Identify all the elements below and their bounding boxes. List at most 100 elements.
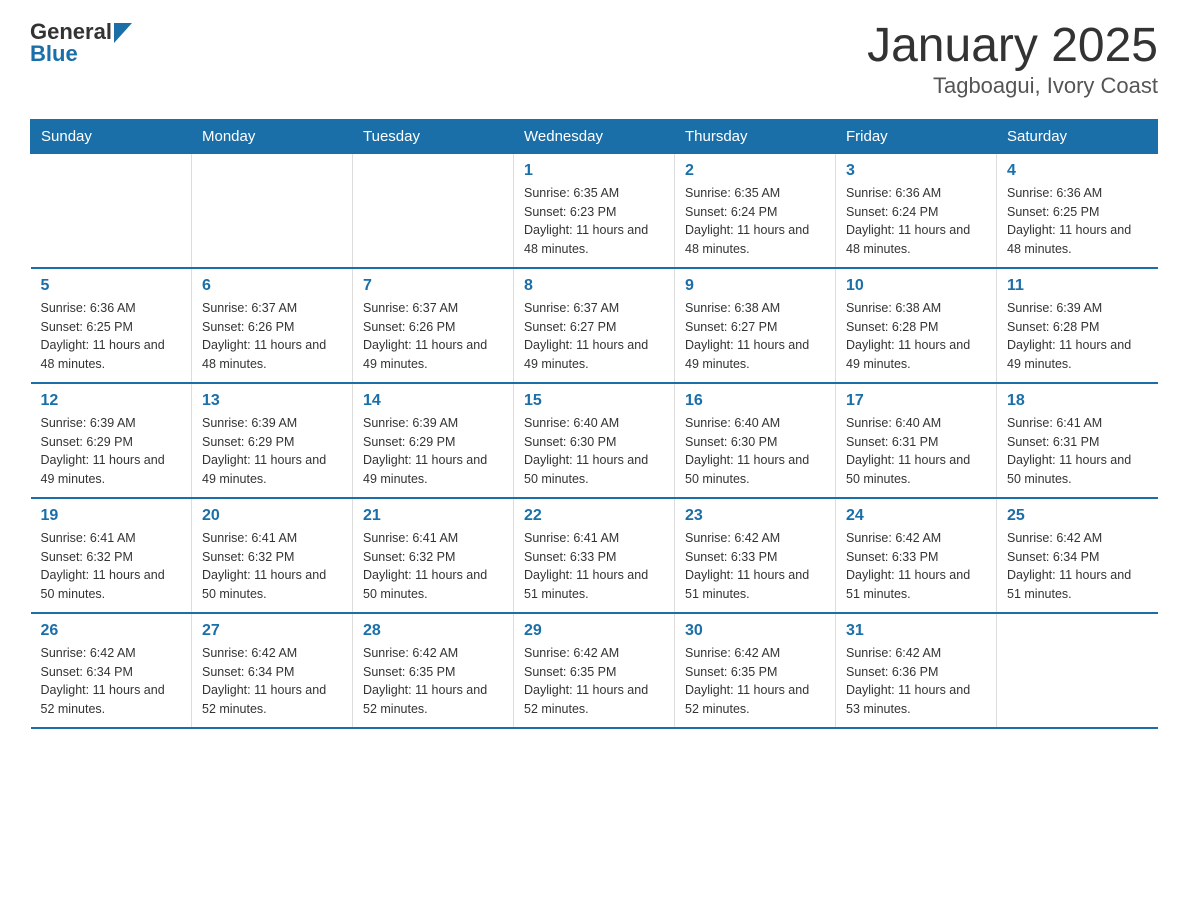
calendar-week-row: 1 Sunrise: 6:35 AMSunset: 6:23 PMDaylight… [31,153,1158,268]
day-number: 6 [202,277,342,295]
day-info: Sunrise: 6:37 AMSunset: 6:26 PMDaylight:… [363,299,503,374]
header-day-monday: Monday [192,119,353,153]
day-info: Sunrise: 6:35 AMSunset: 6:24 PMDaylight:… [685,184,825,259]
day-number: 13 [202,392,342,410]
day-info: Sunrise: 6:36 AMSunset: 6:24 PMDaylight:… [846,184,986,259]
day-number: 24 [846,507,986,525]
calendar-cell: 18Sunrise: 6:41 AMSunset: 6:31 PMDayligh… [997,383,1158,498]
day-info: Sunrise: 6:41 AMSunset: 6:33 PMDaylight:… [524,529,664,604]
day-number: 21 [363,507,503,525]
calendar-week-row: 26 Sunrise: 6:42 AMSunset: 6:34 PMDayligh… [31,613,1158,728]
calendar-cell: 11Sunrise: 6:39 AMSunset: 6:28 PMDayligh… [997,268,1158,383]
calendar-cell: 4 Sunrise: 6:36 AMSunset: 6:25 PMDaylight… [997,153,1158,268]
day-number: 25 [1007,507,1148,525]
day-number: 9 [685,277,825,295]
calendar-cell: 17Sunrise: 6:40 AMSunset: 6:31 PMDayligh… [836,383,997,498]
calendar-cell: 27Sunrise: 6:42 AMSunset: 6:34 PMDayligh… [192,613,353,728]
calendar-cell: 13Sunrise: 6:39 AMSunset: 6:29 PMDayligh… [192,383,353,498]
day-number: 1 [524,162,664,180]
day-number: 10 [846,277,986,295]
day-number: 4 [1007,162,1148,180]
day-number: 29 [524,622,664,640]
day-info: Sunrise: 6:42 AMSunset: 6:35 PMDaylight:… [363,644,503,719]
day-number: 11 [1007,277,1148,295]
calendar-cell: 9Sunrise: 6:38 AMSunset: 6:27 PMDaylight… [675,268,836,383]
day-info: Sunrise: 6:36 AMSunset: 6:25 PMDaylight:… [41,299,182,374]
day-number: 30 [685,622,825,640]
day-number: 3 [846,162,986,180]
calendar-week-row: 19 Sunrise: 6:41 AMSunset: 6:32 PMDayligh… [31,498,1158,613]
calendar-cell: 24 Sunrise: 6:42 AMSunset: 6:33 PMDayligh… [836,498,997,613]
calendar-cell: 3 Sunrise: 6:36 AMSunset: 6:24 PMDaylight… [836,153,997,268]
calendar-cell: 19 Sunrise: 6:41 AMSunset: 6:32 PMDayligh… [31,498,192,613]
calendar-cell: 2 Sunrise: 6:35 AMSunset: 6:24 PMDaylight… [675,153,836,268]
logo: General Blue [30,20,132,66]
day-number: 7 [363,277,503,295]
calendar-table: SundayMondayTuesdayWednesdayThursdayFrid… [30,119,1158,729]
header-day-thursday: Thursday [675,119,836,153]
day-number: 15 [524,392,664,410]
calendar-cell: 6 Sunrise: 6:37 AMSunset: 6:26 PMDaylight… [192,268,353,383]
day-number: 5 [41,277,182,295]
day-number: 18 [1007,392,1148,410]
day-number: 28 [363,622,503,640]
day-info: Sunrise: 6:42 AMSunset: 6:33 PMDaylight:… [846,529,986,604]
day-number: 20 [202,507,342,525]
calendar-cell: 22 Sunrise: 6:41 AMSunset: 6:33 PMDayligh… [514,498,675,613]
day-info: Sunrise: 6:40 AMSunset: 6:31 PMDaylight:… [846,414,986,489]
day-info: Sunrise: 6:42 AMSunset: 6:33 PMDaylight:… [685,529,825,604]
day-info: Sunrise: 6:37 AMSunset: 6:27 PMDaylight:… [524,299,664,374]
calendar-cell [31,153,192,268]
day-info: Sunrise: 6:41 AMSunset: 6:32 PMDaylight:… [41,529,182,604]
logo-arrow-icon [114,23,132,43]
calendar-cell: 28 Sunrise: 6:42 AMSunset: 6:35 PMDayligh… [353,613,514,728]
day-info: Sunrise: 6:39 AMSunset: 6:29 PMDaylight:… [41,414,182,489]
calendar-week-row: 12 Sunrise: 6:39 AMSunset: 6:29 PMDayligh… [31,383,1158,498]
day-number: 2 [685,162,825,180]
day-info: Sunrise: 6:36 AMSunset: 6:25 PMDaylight:… [1007,184,1148,259]
calendar-title: January 2025 [867,20,1158,73]
day-info: Sunrise: 6:41 AMSunset: 6:32 PMDaylight:… [202,529,342,604]
day-number: 26 [41,622,182,640]
calendar-cell [353,153,514,268]
calendar-cell: 10 Sunrise: 6:38 AMSunset: 6:28 PMDayligh… [836,268,997,383]
title-section: January 2025 Tagboagui, Ivory Coast [867,20,1158,99]
calendar-cell: 12 Sunrise: 6:39 AMSunset: 6:29 PMDayligh… [31,383,192,498]
header-day-saturday: Saturday [997,119,1158,153]
day-info: Sunrise: 6:42 AMSunset: 6:35 PMDaylight:… [685,644,825,719]
day-info: Sunrise: 6:42 AMSunset: 6:34 PMDaylight:… [202,644,342,719]
calendar-subtitle: Tagboagui, Ivory Coast [867,73,1158,99]
calendar-cell: 26 Sunrise: 6:42 AMSunset: 6:34 PMDayligh… [31,613,192,728]
day-number: 12 [41,392,182,410]
day-info: Sunrise: 6:40 AMSunset: 6:30 PMDaylight:… [524,414,664,489]
calendar-cell: 5 Sunrise: 6:36 AMSunset: 6:25 PMDaylight… [31,268,192,383]
calendar-cell: 15 Sunrise: 6:40 AMSunset: 6:30 PMDayligh… [514,383,675,498]
calendar-cell [997,613,1158,728]
page-header: General Blue January 2025 Tagboagui, Ivo… [30,20,1158,99]
day-info: Sunrise: 6:37 AMSunset: 6:26 PMDaylight:… [202,299,342,374]
day-number: 22 [524,507,664,525]
header-day-wednesday: Wednesday [514,119,675,153]
day-number: 19 [41,507,182,525]
calendar-cell: 29 Sunrise: 6:42 AMSunset: 6:35 PMDayligh… [514,613,675,728]
calendar-cell: 25Sunrise: 6:42 AMSunset: 6:34 PMDayligh… [997,498,1158,613]
day-number: 16 [685,392,825,410]
day-number: 31 [846,622,986,640]
day-info: Sunrise: 6:35 AMSunset: 6:23 PMDaylight:… [524,184,664,259]
header-day-tuesday: Tuesday [353,119,514,153]
calendar-header-row: SundayMondayTuesdayWednesdayThursdayFrid… [31,119,1158,153]
day-info: Sunrise: 6:42 AMSunset: 6:34 PMDaylight:… [41,644,182,719]
calendar-cell [192,153,353,268]
calendar-cell: 14Sunrise: 6:39 AMSunset: 6:29 PMDayligh… [353,383,514,498]
calendar-cell: 31Sunrise: 6:42 AMSunset: 6:36 PMDayligh… [836,613,997,728]
day-info: Sunrise: 6:40 AMSunset: 6:30 PMDaylight:… [685,414,825,489]
day-number: 23 [685,507,825,525]
day-info: Sunrise: 6:38 AMSunset: 6:28 PMDaylight:… [846,299,986,374]
calendar-cell: 21 Sunrise: 6:41 AMSunset: 6:32 PMDayligh… [353,498,514,613]
header-day-sunday: Sunday [31,119,192,153]
day-info: Sunrise: 6:41 AMSunset: 6:32 PMDaylight:… [363,529,503,604]
calendar-cell: 1 Sunrise: 6:35 AMSunset: 6:23 PMDaylight… [514,153,675,268]
day-number: 14 [363,392,503,410]
header-day-friday: Friday [836,119,997,153]
day-info: Sunrise: 6:42 AMSunset: 6:35 PMDaylight:… [524,644,664,719]
